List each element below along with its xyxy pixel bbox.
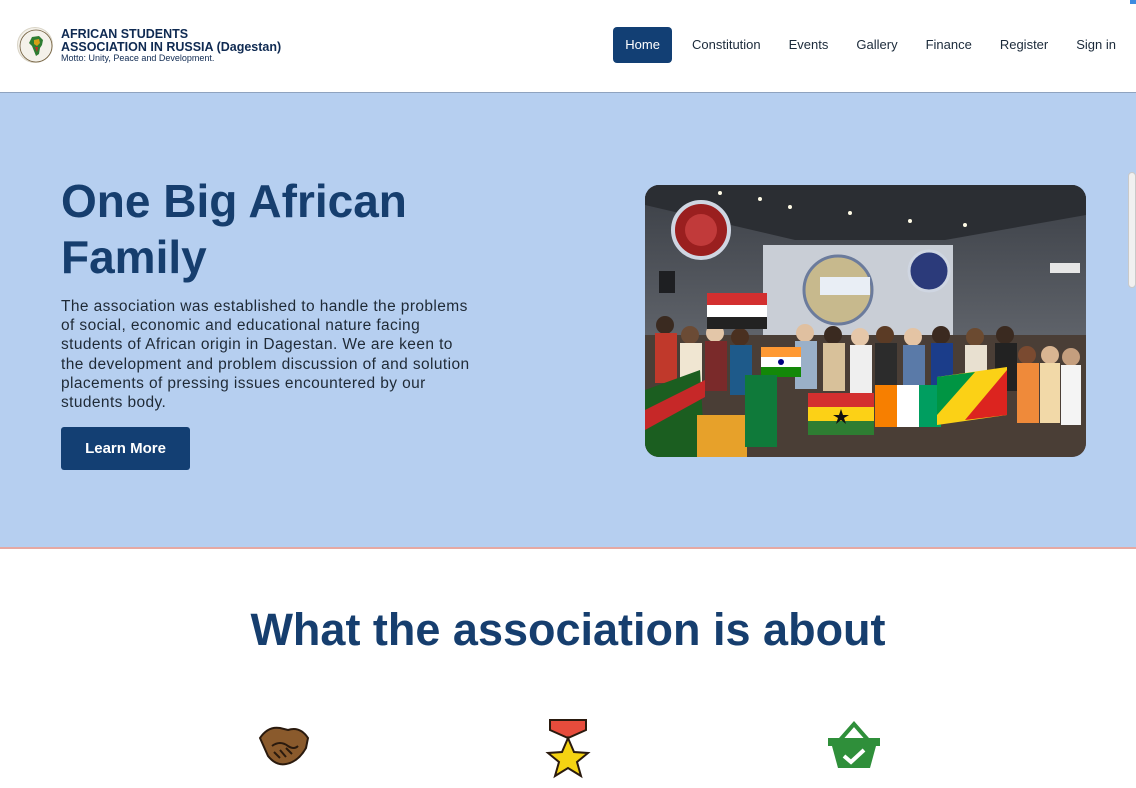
nav-gallery[interactable]: Gallery [856, 27, 897, 63]
nav-constitution[interactable]: Constitution [692, 27, 761, 63]
corner-indicator [1130, 0, 1136, 4]
about-title: What the association is about [250, 604, 886, 655]
basket-check-icon [826, 716, 886, 780]
handshake-icon [254, 716, 314, 780]
nav-sign-in[interactable]: Sign in [1076, 27, 1116, 63]
learn-more-button[interactable]: Learn More [61, 427, 190, 470]
hero-title: One Big African Family [61, 175, 407, 283]
nav-events[interactable]: Events [789, 27, 829, 63]
brand-title-line2: ASSOCIATION IN RUSSIA (Dagestan) [61, 39, 282, 54]
group-photo-with-flags [645, 185, 1086, 457]
brand-motto: Motto: Unity, Peace and Development. [61, 53, 215, 63]
nav-finance[interactable]: Finance [926, 27, 972, 63]
hero-section: One Big African Family The association w… [0, 93, 1136, 549]
site-header: AFRICAN STUDENTS ASSOCIATION IN RUSSIA (… [0, 0, 1136, 93]
scrollbar[interactable] [1128, 172, 1136, 288]
hero-description: The association was established to handl… [61, 298, 470, 412]
nav-home[interactable]: Home [613, 27, 672, 63]
brand-title-line1: AFRICAN STUDENTS [61, 27, 189, 41]
africa-map-seal-icon [17, 27, 53, 63]
main-nav: Home Constitution Events Gallery Finance… [613, 27, 1136, 63]
medal-icon [542, 716, 602, 780]
nav-register[interactable]: Register [1000, 27, 1048, 63]
brand[interactable]: AFRICAN STUDENTS ASSOCIATION IN RUSSIA (… [17, 27, 281, 63]
